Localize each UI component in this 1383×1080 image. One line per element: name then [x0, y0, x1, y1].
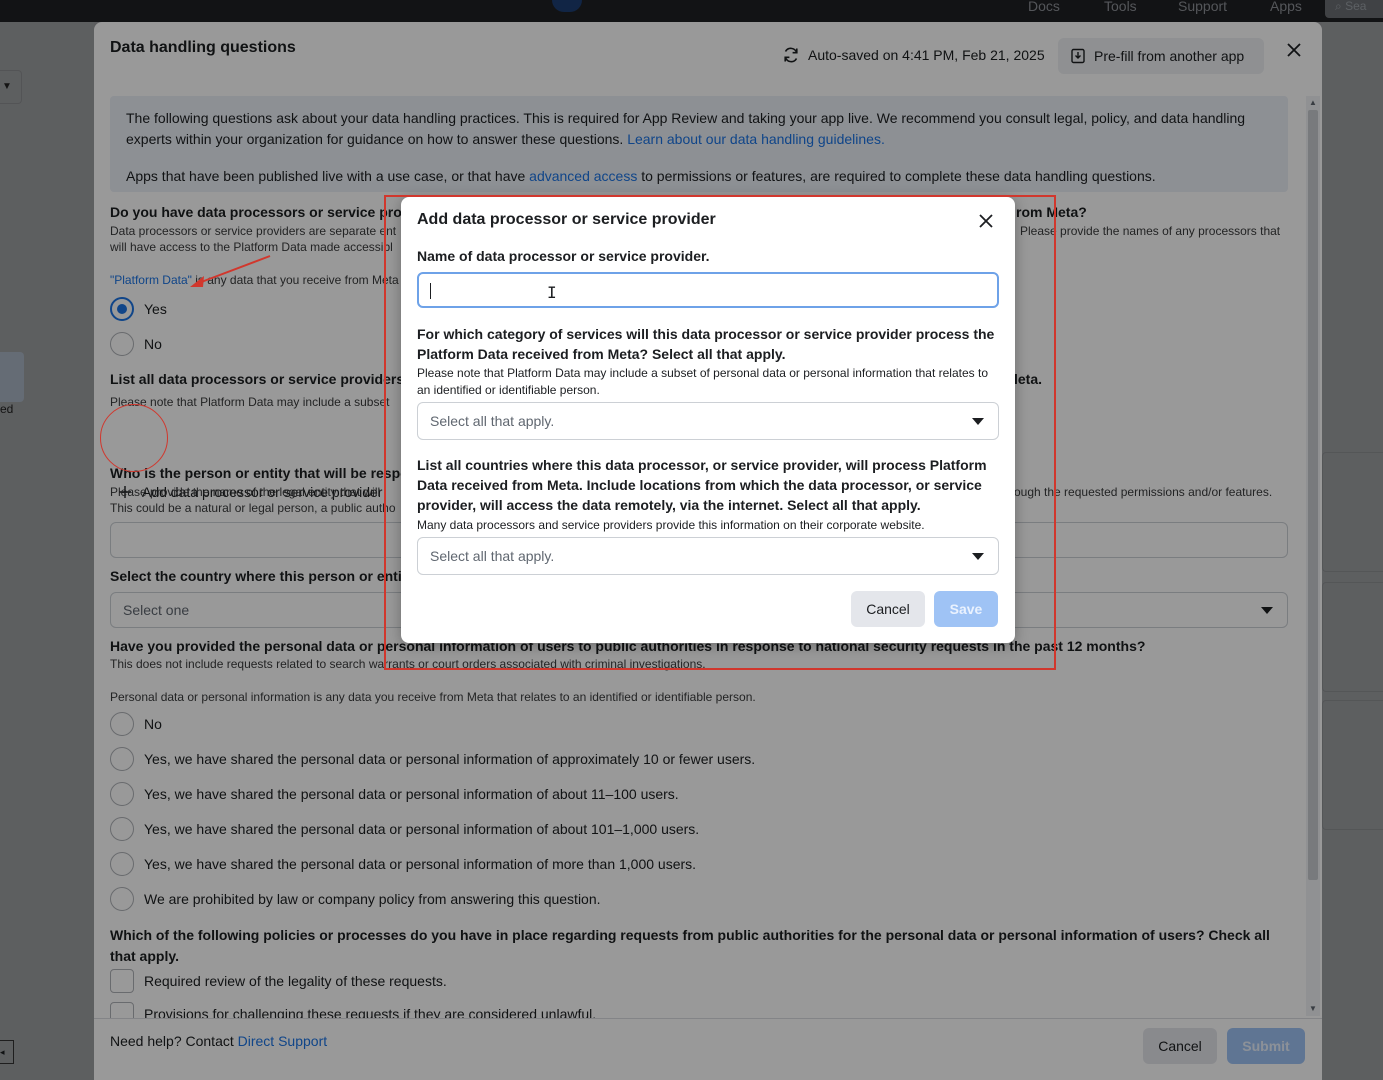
add-processor-modal: Add data processor or service provider N…: [401, 197, 1015, 643]
countries-select-placeholder: Select all that apply.: [430, 548, 555, 564]
category-select-placeholder: Select all that apply.: [430, 413, 555, 429]
processor-name-input[interactable]: [417, 272, 999, 308]
close-icon: [979, 214, 993, 228]
modal-save-button[interactable]: Save: [934, 591, 998, 627]
countries-label: List all countries where this data proce…: [417, 457, 987, 513]
name-label: Name of data processor or service provid…: [417, 248, 710, 264]
modal-cancel-button[interactable]: Cancel: [851, 591, 925, 627]
ibeam-cursor-icon: I: [547, 283, 557, 302]
modal-title: Add data processor or service provider: [417, 211, 716, 228]
caret-down-icon: [972, 553, 984, 560]
category-note: Please note that Platform Data may inclu…: [417, 366, 988, 397]
countries-note: Many data processors and service provide…: [417, 518, 925, 532]
caret-down-icon: [972, 418, 984, 425]
category-select[interactable]: Select all that apply.: [417, 402, 999, 440]
text-caret: [430, 283, 431, 299]
category-label: For which category of services will this…: [417, 326, 995, 362]
countries-select[interactable]: Select all that apply.: [417, 537, 999, 575]
modal-close-button[interactable]: [975, 210, 997, 232]
